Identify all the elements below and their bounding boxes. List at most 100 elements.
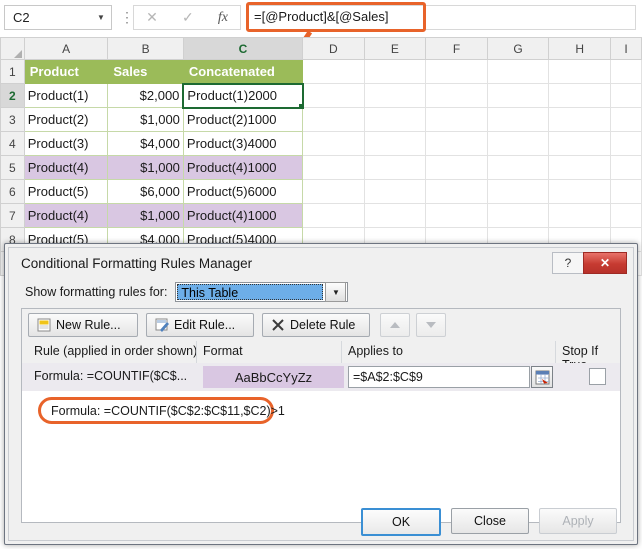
- show-rules-dropdown[interactable]: This Table ▼: [175, 282, 349, 302]
- cell-c6[interactable]: Product(5)6000: [182, 179, 304, 204]
- cell-e7[interactable]: [363, 203, 427, 228]
- cell-g2[interactable]: [486, 83, 550, 108]
- delete-rule-button[interactable]: Delete Rule: [262, 313, 370, 337]
- row-header-6[interactable]: 6: [0, 179, 25, 204]
- cell-h7[interactable]: [548, 203, 612, 228]
- cell-e2[interactable]: [363, 83, 427, 108]
- cell-h1[interactable]: [548, 59, 612, 84]
- column-header-d[interactable]: D: [302, 37, 365, 60]
- cell-f4[interactable]: [425, 131, 488, 156]
- cell-g1[interactable]: [486, 59, 550, 84]
- cell-b3[interactable]: $1,000: [107, 107, 184, 132]
- cell-d6[interactable]: [302, 179, 365, 204]
- cell-b7[interactable]: $1,000: [107, 203, 184, 228]
- row-header-2[interactable]: 2: [0, 83, 25, 108]
- cell-f5[interactable]: [425, 155, 488, 180]
- column-header-i[interactable]: I: [610, 37, 642, 60]
- cell-d3[interactable]: [302, 107, 365, 132]
- insert-function-icon[interactable]: fx: [218, 10, 228, 26]
- select-all-corner[interactable]: [0, 37, 25, 60]
- fill-handle[interactable]: [297, 102, 301, 106]
- column-header-a[interactable]: A: [23, 37, 109, 60]
- cell-e3[interactable]: [363, 107, 427, 132]
- chevron-down-icon[interactable]: ▼: [91, 13, 111, 22]
- cell-i1[interactable]: [610, 59, 642, 84]
- cell-b6[interactable]: $6,000: [107, 179, 184, 204]
- row-header-7[interactable]: 7: [0, 203, 25, 228]
- cancel-icon[interactable]: ✕: [146, 9, 158, 26]
- cell-i2[interactable]: [610, 83, 642, 108]
- column-header-b[interactable]: B: [107, 37, 184, 60]
- cell-b5[interactable]: $1,000: [107, 155, 184, 180]
- cell-c5[interactable]: Product(4)1000: [182, 155, 304, 180]
- cell-c7[interactable]: Product(4)1000: [182, 203, 304, 228]
- row-header-3[interactable]: 3: [0, 107, 25, 132]
- cell-i6[interactable]: [610, 179, 642, 204]
- enter-icon[interactable]: ✓: [182, 9, 194, 26]
- cell-d5[interactable]: [302, 155, 365, 180]
- new-rule-button[interactable]: New Rule...: [28, 313, 138, 337]
- applies-to-input[interactable]: =$A$2:$C$9: [348, 366, 530, 388]
- cell-h5[interactable]: [548, 155, 612, 180]
- cell-c3[interactable]: Product(2)1000: [182, 107, 304, 132]
- row-header-4[interactable]: 4: [0, 131, 25, 156]
- cell-h2[interactable]: [548, 83, 612, 108]
- cell-f3[interactable]: [425, 107, 488, 132]
- close-button[interactable]: ✕: [583, 252, 627, 274]
- move-rule-down-button[interactable]: [416, 313, 446, 337]
- cell-f6[interactable]: [425, 179, 488, 204]
- column-header-c[interactable]: C: [182, 37, 304, 60]
- row-header-5[interactable]: 5: [0, 155, 25, 180]
- cell-f1[interactable]: [425, 59, 488, 84]
- cell-f7[interactable]: [425, 203, 488, 228]
- cell-e5[interactable]: [363, 155, 427, 180]
- cell-h3[interactable]: [548, 107, 612, 132]
- cell-d2[interactable]: [302, 83, 365, 108]
- column-header-e[interactable]: E: [363, 37, 427, 60]
- cell-a5[interactable]: Product(4): [23, 155, 109, 180]
- rule-row[interactable]: Formula: =COUNTIF($C$... AaBbCcYyZz =$A$…: [22, 363, 620, 391]
- cell-g3[interactable]: [486, 107, 550, 132]
- cell-b2[interactable]: $2,000: [107, 83, 184, 108]
- cell-a4[interactable]: Product(3): [23, 131, 109, 156]
- cell-i7[interactable]: [610, 203, 642, 228]
- cell-d1[interactable]: [302, 59, 365, 84]
- name-box[interactable]: C2 ▼: [4, 5, 112, 30]
- cell-d7[interactable]: [302, 203, 365, 228]
- column-header-g[interactable]: G: [486, 37, 550, 60]
- cell-i4[interactable]: [610, 131, 642, 156]
- edit-rule-button[interactable]: Edit Rule...: [146, 313, 254, 337]
- range-select-icon[interactable]: [531, 366, 553, 388]
- chevron-down-icon[interactable]: ▼: [325, 282, 347, 302]
- cell-f2[interactable]: [425, 83, 488, 108]
- ok-button[interactable]: OK: [361, 508, 441, 536]
- close-dialog-button[interactable]: Close: [451, 508, 529, 534]
- column-header-f[interactable]: F: [425, 37, 488, 60]
- help-button[interactable]: ?: [552, 252, 584, 274]
- cell-e6[interactable]: [363, 179, 427, 204]
- cell-a3[interactable]: Product(2): [23, 107, 109, 132]
- cell-g7[interactable]: [486, 203, 550, 228]
- cell-a2[interactable]: Product(1): [23, 83, 109, 108]
- apply-button[interactable]: Apply: [539, 508, 617, 534]
- cell-b1[interactable]: Sales: [107, 59, 184, 84]
- cell-d4[interactable]: [302, 131, 365, 156]
- cell-b4[interactable]: $4,000: [107, 131, 184, 156]
- cell-a6[interactable]: Product(5): [23, 179, 109, 204]
- row-header-1[interactable]: 1: [0, 59, 25, 84]
- cell-a1[interactable]: Product: [23, 59, 109, 84]
- cell-c4[interactable]: Product(3)4000: [182, 131, 304, 156]
- spreadsheet-grid[interactable]: A B C D E F G H I 1 Product Sales Concat…: [0, 37, 642, 276]
- column-header-h[interactable]: H: [548, 37, 612, 60]
- cell-c2[interactable]: Product(1)2000: [182, 82, 304, 109]
- stop-if-true-checkbox[interactable]: [589, 368, 606, 385]
- cell-h6[interactable]: [548, 179, 612, 204]
- cell-g5[interactable]: [486, 155, 550, 180]
- cell-e4[interactable]: [363, 131, 427, 156]
- cell-c1[interactable]: Concatenated: [182, 59, 304, 84]
- cell-i5[interactable]: [610, 155, 642, 180]
- cell-g6[interactable]: [486, 179, 550, 204]
- move-rule-up-button[interactable]: [380, 313, 410, 337]
- cell-a7[interactable]: Product(4): [23, 203, 109, 228]
- cell-e1[interactable]: [363, 59, 427, 84]
